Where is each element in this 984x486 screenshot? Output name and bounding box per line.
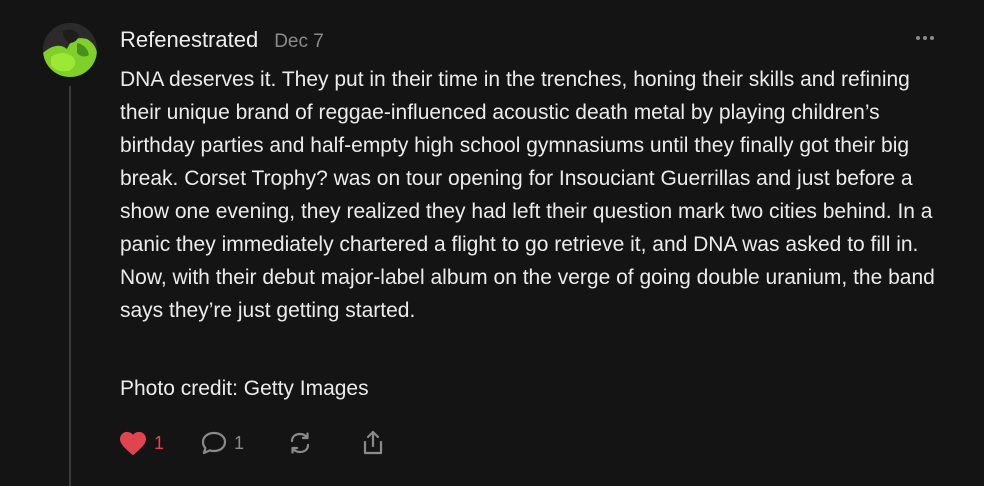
- action-bar: 1 1: [118, 428, 386, 458]
- restack-button[interactable]: [286, 430, 314, 456]
- like-button[interactable]: 1: [118, 430, 164, 456]
- share-icon: [360, 429, 386, 457]
- comment-button[interactable]: 1: [200, 430, 244, 456]
- comment-date[interactable]: Dec 7: [274, 31, 324, 53]
- author-name[interactable]: Refenestrated: [120, 27, 258, 53]
- speech-bubble-icon: [200, 430, 228, 456]
- ellipsis-icon: [916, 36, 920, 40]
- like-count: 1: [154, 432, 165, 453]
- share-button[interactable]: [360, 429, 386, 457]
- thread-line: [69, 86, 71, 486]
- avatar[interactable]: [43, 23, 97, 77]
- comment-count: 1: [234, 432, 245, 453]
- heart-icon: [118, 430, 148, 456]
- comment-body: DNA deserves it. They put in their time …: [120, 68, 935, 322]
- more-options-button[interactable]: [910, 28, 940, 48]
- comment-header: Refenestrated Dec 7: [120, 27, 324, 53]
- photo-credit: Photo credit: Getty Images: [120, 377, 369, 400]
- restack-icon: [286, 430, 314, 456]
